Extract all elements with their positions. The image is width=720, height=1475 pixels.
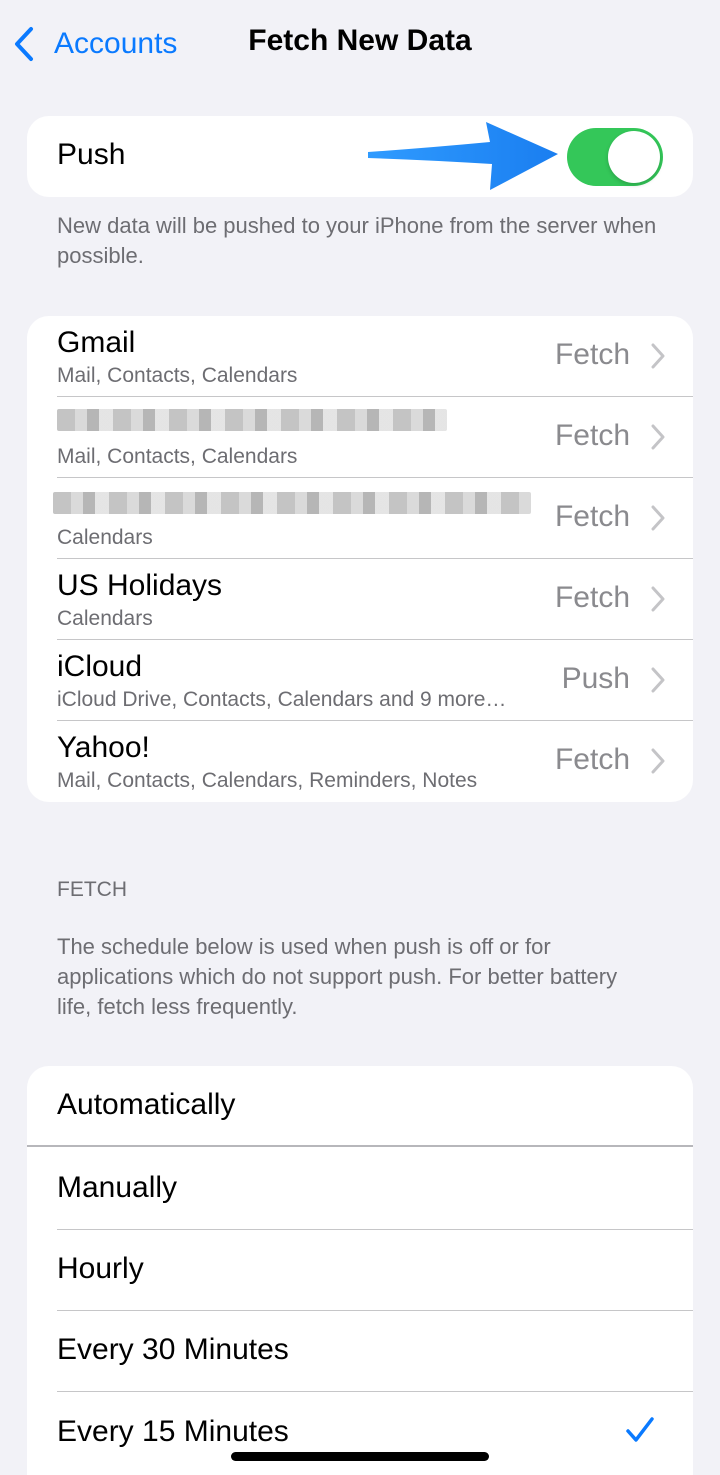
account-details: Mail, Contacts, Calendars bbox=[57, 364, 298, 387]
toggle-knob bbox=[608, 131, 660, 183]
push-settings-card: Push bbox=[27, 116, 693, 197]
account-name: Gmail bbox=[57, 326, 136, 359]
redacted-account-name bbox=[53, 492, 531, 514]
fetch-option-label: Every 30 Minutes bbox=[57, 1333, 289, 1366]
chevron-right-icon bbox=[651, 748, 665, 774]
chevron-right-icon bbox=[651, 505, 665, 531]
account-name: iCloud bbox=[57, 650, 143, 683]
account-details: Calendars bbox=[57, 526, 153, 549]
home-indicator[interactable] bbox=[231, 1452, 489, 1461]
push-label: Push bbox=[57, 138, 126, 171]
account-name: US Holidays bbox=[57, 569, 223, 602]
account-name: Yahoo! bbox=[57, 731, 150, 764]
account-details: Mail, Contacts, Calendars bbox=[57, 445, 298, 468]
account-mode: Fetch bbox=[554, 581, 630, 614]
fetch-option-automatically[interactable]: Automatically bbox=[27, 1066, 693, 1147]
account-row-us-holidays[interactable]: US Holidays Calendars Fetch bbox=[27, 559, 693, 640]
accounts-list: Gmail Mail, Contacts, Calendars Fetch Ma… bbox=[27, 316, 693, 802]
chevron-right-icon bbox=[651, 586, 665, 612]
account-mode: Fetch bbox=[554, 419, 630, 452]
fetch-option-hourly[interactable]: Hourly bbox=[27, 1230, 693, 1311]
chevron-right-icon bbox=[651, 667, 665, 693]
fetch-option-label: Every 15 Minutes bbox=[57, 1415, 289, 1448]
fetch-option-label: Hourly bbox=[57, 1252, 144, 1285]
account-row-icloud[interactable]: iCloud iCloud Drive, Contacts, Calendars… bbox=[27, 640, 693, 721]
fetch-schedule-list: Automatically Manually Hourly Every 30 M… bbox=[27, 1066, 693, 1475]
divider bbox=[27, 1145, 693, 1147]
fetch-footnote: The schedule below is used when push is … bbox=[57, 934, 618, 1019]
fetch-option-label: Automatically bbox=[57, 1088, 236, 1121]
account-details: Calendars bbox=[57, 607, 153, 630]
account-mode: Fetch bbox=[554, 743, 630, 776]
navigation-bar: Accounts Fetch New Data bbox=[0, 0, 720, 88]
divider bbox=[57, 1391, 693, 1392]
push-footnote: New data will be pushed to your iPhone f… bbox=[57, 213, 657, 268]
redacted-account-name bbox=[57, 409, 447, 431]
account-row-redacted-2[interactable]: Calendars Fetch bbox=[27, 478, 693, 559]
page-title: Fetch New Data bbox=[248, 24, 472, 57]
account-row-gmail[interactable]: Gmail Mail, Contacts, Calendars Fetch bbox=[27, 316, 693, 397]
fetch-option-every-30-minutes[interactable]: Every 30 Minutes bbox=[27, 1311, 693, 1392]
account-details: iCloud Drive, Contacts, Calendars and 9 … bbox=[57, 688, 507, 711]
account-mode: Fetch bbox=[554, 500, 630, 533]
annotation-arrow-icon bbox=[368, 122, 558, 190]
chevron-right-icon bbox=[651, 343, 665, 369]
push-toggle[interactable] bbox=[567, 128, 663, 186]
fetch-option-manually[interactable]: Manually bbox=[27, 1149, 693, 1230]
account-row-yahoo[interactable]: Yahoo! Mail, Contacts, Calendars, Remind… bbox=[27, 721, 693, 802]
account-mode: Fetch bbox=[554, 338, 630, 371]
account-mode: Push bbox=[561, 662, 630, 695]
fetch-section-header: FETCH bbox=[57, 878, 127, 901]
fetch-option-label: Manually bbox=[57, 1171, 178, 1204]
fetch-option-every-15-minutes[interactable]: Every 15 Minutes bbox=[27, 1393, 693, 1474]
chevron-right-icon bbox=[651, 424, 665, 450]
account-row-redacted-1[interactable]: Mail, Contacts, Calendars Fetch bbox=[27, 397, 693, 478]
account-details: Mail, Contacts, Calendars, Reminders, No… bbox=[57, 769, 478, 792]
checkmark-icon bbox=[626, 1417, 654, 1442]
